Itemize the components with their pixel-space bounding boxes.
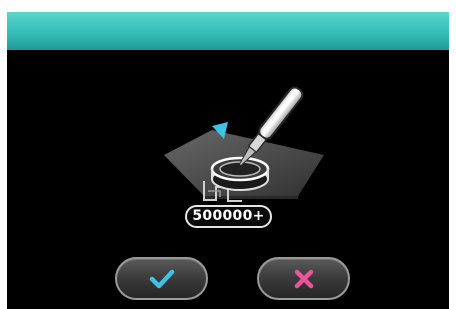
confirm-button[interactable] bbox=[115, 257, 208, 300]
device-screen: 500000+ bbox=[7, 12, 449, 309]
usage-counter: 500000+ bbox=[185, 205, 272, 228]
cancel-button[interactable] bbox=[257, 257, 350, 300]
cross-icon bbox=[294, 269, 313, 288]
checkmark-icon bbox=[149, 269, 174, 288]
header-bar bbox=[7, 12, 449, 50]
vacuum-pen-on-wafer-illustration bbox=[164, 86, 324, 202]
